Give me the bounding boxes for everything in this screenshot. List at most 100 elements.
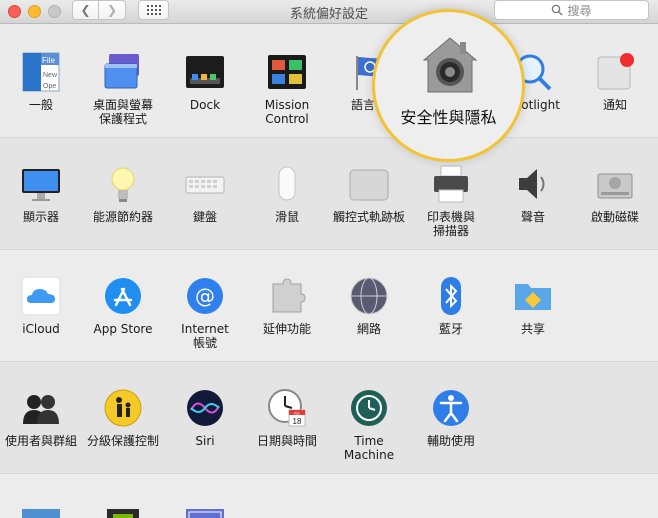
pref-trackpad-label: 觸控式軌跡板 (332, 210, 405, 224)
pref-sharing-label: 共享 (520, 322, 545, 336)
app-store-icon (103, 276, 143, 316)
time-machine-icon (349, 388, 389, 428)
desktop-screensaver-icon (103, 52, 143, 92)
mouse-icon (267, 164, 307, 204)
globe-icon (349, 276, 389, 316)
section-hardware: 顯示器 能源節約器 鍵盤 滑鼠 觸控式軌跡板 印表機與 掃描器 聲音 啟動磁碟 (0, 138, 658, 250)
pref-desktop[interactable]: 桌面與螢幕 保護程式 (82, 52, 164, 126)
pref-bluetooth[interactable]: 藍牙 (410, 276, 492, 336)
pref-displays-label: 顯示器 (22, 210, 59, 224)
display-icon (21, 164, 61, 204)
pref-sharing[interactable]: 共享 (492, 276, 574, 336)
pref-accessibility[interactable]: 輔助使用 (410, 388, 492, 448)
section-system: 使用者與群組 分級保護控制 Siri JUL 18 日期與時間 Time Mac… (0, 362, 658, 474)
svg-text:18: 18 (293, 417, 302, 426)
svg-text:New: New (43, 72, 58, 79)
ntfs-icon (185, 498, 225, 518)
pref-dock-label: Dock (189, 98, 221, 112)
svg-text:JUL: JUL (293, 411, 301, 416)
parental-controls-icon (103, 388, 143, 428)
lightbulb-icon (103, 164, 143, 204)
pref-lut[interactable] (0, 498, 82, 518)
security-privacy-label: 安全性與隱私 (400, 108, 497, 127)
pref-startup-disk[interactable]: 啟動磁碟 (574, 164, 656, 224)
pref-internet-accounts[interactable]: @ Internet 帳號 (164, 276, 246, 350)
svg-text:@: @ (195, 284, 215, 308)
pref-notifications-label: 通知 (602, 98, 627, 112)
pref-siri-label: Siri (195, 434, 215, 448)
title-bar: ❮ ❯ 系統偏好設定 搜尋 (0, 0, 658, 24)
section-other (0, 474, 658, 518)
hard-disk-icon (595, 164, 635, 204)
icloud-icon (21, 276, 61, 316)
svg-text:File: File (42, 56, 55, 65)
section-internet: iCloud App Store @ Internet 帳號 延伸功能 網路 藍… (0, 250, 658, 362)
pref-nvidia[interactable] (82, 498, 164, 518)
clock-calendar-icon: JUL 18 (267, 388, 307, 428)
pref-app-store-label: App Store (93, 322, 153, 336)
pref-startup-label: 啟動磁碟 (590, 210, 639, 224)
pref-extensions[interactable]: 延伸功能 (246, 276, 328, 336)
pref-mission-control[interactable]: Mission Control (246, 52, 328, 126)
search-icon (552, 4, 563, 16)
pref-network[interactable]: 網路 (328, 276, 410, 336)
pref-mission-control-label: Mission Control (264, 98, 310, 126)
pref-date-time-label: 日期與時間 (256, 434, 317, 448)
pref-parental-label: 分級保護控制 (86, 434, 159, 448)
accessibility-icon (431, 388, 471, 428)
pref-desktop-label: 桌面與螢幕 保護程式 (92, 98, 153, 126)
search-field[interactable]: 搜尋 (494, 0, 649, 20)
pref-energy-saver[interactable]: 能源節約器 (82, 164, 164, 224)
pref-bluetooth-label: 藍牙 (438, 322, 463, 336)
pref-time-machine[interactable]: Time Machine (328, 388, 410, 462)
general-icon: File New Ope (21, 52, 61, 92)
pref-users-groups[interactable]: 使用者與群組 (0, 388, 82, 448)
pref-time-machine-label: Time Machine (343, 434, 395, 462)
notifications-icon (595, 52, 635, 92)
pref-extensions-label: 延伸功能 (262, 322, 311, 336)
users-icon (21, 388, 61, 428)
pref-energy-label: 能源節約器 (92, 210, 153, 224)
pref-accessibility-label: 輔助使用 (426, 434, 475, 448)
pref-icloud[interactable]: iCloud (0, 276, 82, 336)
pref-users-label: 使用者與群組 (4, 434, 77, 448)
pref-app-store[interactable]: App Store (82, 276, 164, 336)
pref-printers[interactable]: 印表機與 掃描器 (410, 164, 492, 238)
pref-printers-label: 印表機與 掃描器 (426, 210, 475, 238)
pref-general[interactable]: File New Ope 一般 (0, 52, 82, 112)
pref-trackpad[interactable]: 觸控式軌跡板 (328, 164, 410, 224)
pref-mouse[interactable]: 滑鼠 (246, 164, 328, 224)
mission-control-icon (267, 52, 307, 92)
pref-date-time[interactable]: JUL 18 日期與時間 (246, 388, 328, 448)
puzzle-piece-icon (267, 276, 307, 316)
nvidia-icon (103, 498, 143, 518)
section-personal: File New Ope 一般 桌面與螢幕 保護程式 Dock Mission … (0, 24, 658, 138)
siri-icon (185, 388, 225, 428)
security-house-icon (422, 37, 478, 93)
svg-text:Ope: Ope (43, 83, 56, 90)
security-privacy-highlight[interactable]: 安全性與隱私 (372, 9, 525, 162)
pref-sound-label: 聲音 (520, 210, 545, 224)
lut-icon (21, 498, 61, 518)
pref-mouse-label: 滑鼠 (274, 210, 299, 224)
speaker-icon (513, 164, 553, 204)
pref-general-label: 一般 (28, 98, 53, 112)
trackpad-icon (349, 164, 389, 204)
pref-icloud-label: iCloud (22, 322, 60, 336)
pref-ntfs[interactable] (164, 498, 246, 518)
printer-icon (431, 164, 471, 204)
pref-notifications[interactable]: 通知 (574, 52, 656, 112)
pref-sound[interactable]: 聲音 (492, 164, 574, 224)
pref-dock[interactable]: Dock (164, 52, 246, 112)
at-sign-icon: @ (185, 276, 225, 316)
pref-siri[interactable]: Siri (164, 388, 246, 448)
pref-keyboard-label: 鍵盤 (192, 210, 217, 224)
shared-folder-icon (513, 276, 553, 316)
search-placeholder: 搜尋 (567, 3, 592, 18)
pref-parental-controls[interactable]: 分級保護控制 (82, 388, 164, 448)
pref-network-label: 網路 (356, 322, 381, 336)
pref-keyboard[interactable]: 鍵盤 (164, 164, 246, 224)
pref-displays[interactable]: 顯示器 (0, 164, 82, 224)
pref-internet-accounts-label: Internet 帳號 (181, 322, 229, 350)
bluetooth-icon (431, 276, 471, 316)
